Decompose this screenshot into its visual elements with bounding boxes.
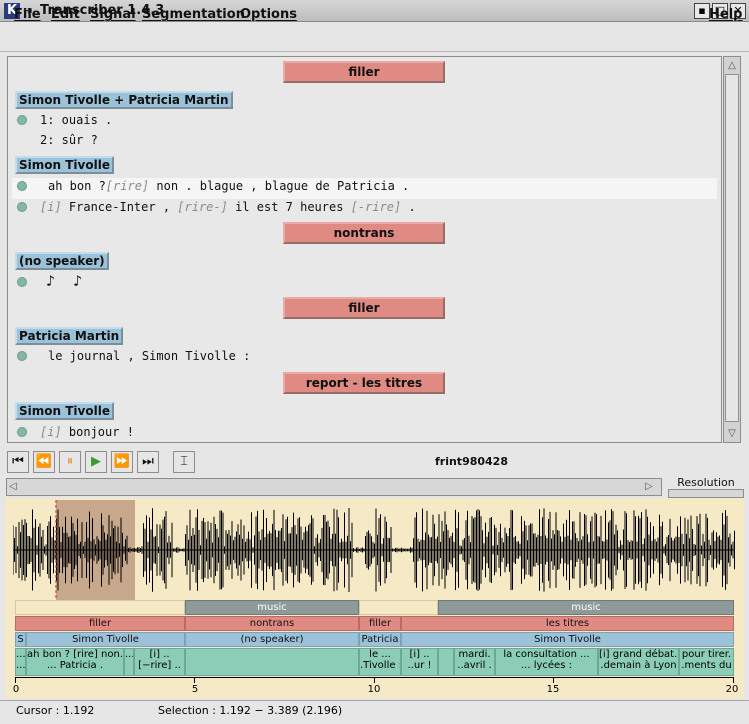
minimize-button[interactable]: ▪: [694, 3, 710, 19]
menu-bar: [0, 22, 749, 52]
turn-segment[interactable]: ... ...: [15, 648, 26, 676]
overlap-line-1[interactable]: 1: ouais .: [40, 111, 112, 129]
cursor-position: Cursor : 1.192: [16, 704, 95, 717]
speaker-button[interactable]: Patricia Martin: [15, 327, 124, 345]
turn-segment[interactable]: la consultation ... ... lycées :: [495, 648, 598, 676]
speaker-segment[interactable]: Simon Tivolle: [401, 632, 734, 647]
sync-dot-icon[interactable]: [17, 115, 27, 125]
section-segment[interactable]: filler: [359, 616, 401, 631]
timeline-tick: [15, 677, 16, 683]
speaker-button[interactable]: Simon Tivolle: [15, 156, 114, 174]
timeline-tick: [374, 677, 375, 683]
last-button[interactable]: ⏭: [137, 451, 159, 473]
section-button[interactable]: filler: [283, 61, 445, 83]
scroll-right-icon[interactable]: ▷: [645, 480, 659, 494]
turn-segment[interactable]: le ... .Tivolle :: [359, 648, 401, 676]
menu-segmentation[interactable]: Segmentation: [142, 5, 245, 25]
rewind-button[interactable]: ⏪: [33, 451, 55, 473]
forward-button[interactable]: ⏩: [111, 451, 133, 473]
timeline-tick: [553, 677, 554, 683]
music-empty: [359, 600, 438, 615]
timeline-label: 15: [546, 684, 560, 695]
timeline-tick: [194, 677, 195, 683]
turn-segment[interactable]: ah bon ? [rire] non. ... Patricia .: [26, 648, 124, 676]
scroll-left-icon[interactable]: ◁: [9, 480, 23, 494]
scroll-down-icon[interactable]: ▽: [726, 428, 738, 440]
first-button[interactable]: ⏮: [7, 451, 29, 473]
timeline-label: 20: [725, 684, 739, 695]
menu-help[interactable]: Help: [709, 5, 742, 25]
section-segment[interactable]: les titres: [401, 616, 734, 631]
turn-segment[interactable]: mardi. ..avril .: [454, 648, 495, 676]
timeline-label: 0: [12, 684, 20, 695]
status-bar: [0, 700, 749, 724]
turn-segment[interactable]: [438, 648, 454, 676]
speaker-segment[interactable]: Simon Tivolle: [26, 632, 185, 647]
sync-dot-icon[interactable]: [17, 351, 27, 361]
turn-segment[interactable]: pour tirer. .ments du: [679, 648, 734, 676]
sync-dot-icon[interactable]: [17, 277, 27, 287]
turn-segment[interactable]: [185, 648, 359, 676]
sync-dot-icon[interactable]: [17, 427, 27, 437]
timeline-tick: [733, 677, 734, 683]
speaker-button[interactable]: Simon Tivolle: [15, 402, 114, 420]
cursor-tool-button[interactable]: ⌶: [173, 451, 195, 473]
selection-range: Selection : 1.192 − 3.389 (2.196): [158, 704, 343, 717]
speaker-segment[interactable]: (no speaker): [185, 632, 359, 647]
sync-dot-icon[interactable]: [17, 181, 27, 191]
timeline-label: 10: [367, 684, 381, 695]
music-segment[interactable]: music: [438, 600, 734, 615]
transcript-line[interactable]: ah bon ?[rire] non . blague , blague de …: [48, 177, 409, 195]
play-button[interactable]: ▶: [85, 451, 107, 473]
transcript-line[interactable]: le journal , Simon Tivolle :: [48, 347, 250, 365]
section-button[interactable]: nontrans: [283, 222, 445, 244]
transcript-line[interactable]: [i] bonjour !: [40, 423, 134, 441]
filename-label: frint980428: [435, 455, 508, 468]
section-button[interactable]: report - les titres: [283, 372, 445, 394]
transcript-line[interactable]: [i] France-Inter , [rire-] il est 7 heur…: [40, 198, 416, 216]
section-button[interactable]: filler: [283, 297, 445, 319]
horizontal-scrollbar[interactable]: [6, 478, 662, 496]
resolution-label: Resolution: [677, 476, 735, 489]
waveform[interactable]: [13, 500, 735, 600]
menu-signal[interactable]: Signal: [90, 5, 136, 25]
music-notes-icon: ♪ ♪: [46, 272, 83, 290]
overlap-line-2[interactable]: 2: sûr ?: [40, 131, 98, 149]
music-segment[interactable]: music: [185, 600, 359, 615]
music-empty: [15, 600, 185, 615]
scroll-thumb[interactable]: [725, 74, 739, 422]
pause-button[interactable]: ⏸: [59, 451, 81, 473]
speaker-button[interactable]: Simon Tivolle + Patricia Martin: [15, 91, 233, 109]
turn-segment[interactable]: [i] .. ..ur !: [401, 648, 438, 676]
turn-segment[interactable]: [i] .. [−rire] ..: [134, 648, 185, 676]
speaker-segment[interactable]: Patricia: [359, 632, 401, 647]
speaker-segment[interactable]: S: [15, 632, 26, 647]
timeline-label: 5: [191, 684, 199, 695]
sync-dot-icon[interactable]: [17, 202, 27, 212]
speaker-button[interactable]: (no speaker): [15, 252, 109, 270]
resolution-slider[interactable]: [668, 489, 744, 498]
section-segment[interactable]: filler: [15, 616, 185, 631]
menu-options[interactable]: Options: [240, 5, 297, 25]
menu-edit[interactable]: Edit: [51, 5, 80, 25]
scroll-up-icon[interactable]: △: [726, 60, 738, 72]
menu-file[interactable]: File: [14, 5, 41, 25]
section-segment[interactable]: nontrans: [185, 616, 359, 631]
turn-segment[interactable]: ...: [124, 648, 134, 676]
turn-segment[interactable]: [i] grand débat.. .demain à Lyon: [598, 648, 679, 676]
